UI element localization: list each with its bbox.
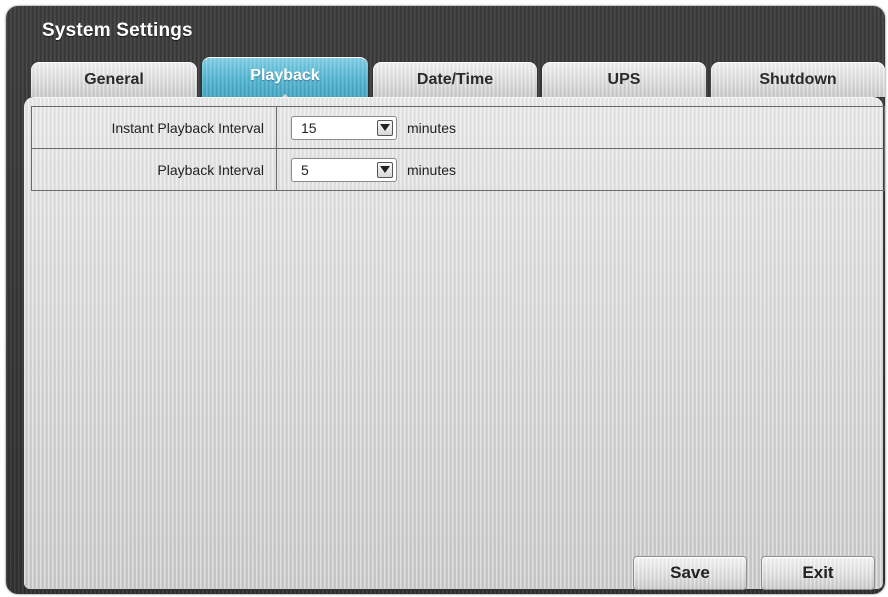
window-title: System Settings: [42, 20, 193, 41]
chevron-down-icon[interactable]: [377, 119, 393, 136]
setting-label: Instant Playback Interval: [32, 107, 277, 148]
settings-table: Instant Playback Interval 15 minutes Pla…: [31, 106, 885, 191]
setting-value-cell: 15 minutes: [277, 107, 884, 148]
playback-interval-select[interactable]: 5: [291, 157, 397, 182]
setting-label: Playback Interval: [32, 149, 277, 190]
exit-button[interactable]: Exit: [762, 557, 874, 589]
tab-playback[interactable]: Playback: [202, 57, 368, 101]
tab-playback-label: Playback: [250, 67, 320, 84]
chevron-down-icon[interactable]: [377, 161, 393, 178]
setting-row-instant-playback-interval: Instant Playback Interval 15 minutes: [32, 107, 884, 149]
settings-panel: Instant Playback Interval 15 minutes Pla…: [24, 97, 885, 589]
select-value: 15: [301, 119, 317, 136]
settings-window: System Settings General Playback Date/Ti…: [6, 6, 885, 594]
tab-bar: General Playback Date/Time UPS Shutdown: [30, 55, 885, 102]
save-button[interactable]: Save: [634, 557, 746, 589]
tab-shutdown[interactable]: Shutdown: [711, 62, 885, 97]
unit-label: minutes: [407, 119, 457, 136]
tab-general[interactable]: General: [31, 62, 197, 97]
unit-label: minutes: [407, 161, 457, 178]
tab-ups[interactable]: UPS: [542, 62, 706, 97]
setting-value-cell: 5 minutes: [277, 149, 884, 190]
instant-playback-interval-select[interactable]: 15: [291, 115, 397, 140]
select-value: 5: [301, 161, 309, 178]
tab-date-time[interactable]: Date/Time: [373, 62, 537, 97]
setting-row-playback-interval: Playback Interval 5 minutes: [32, 149, 884, 190]
